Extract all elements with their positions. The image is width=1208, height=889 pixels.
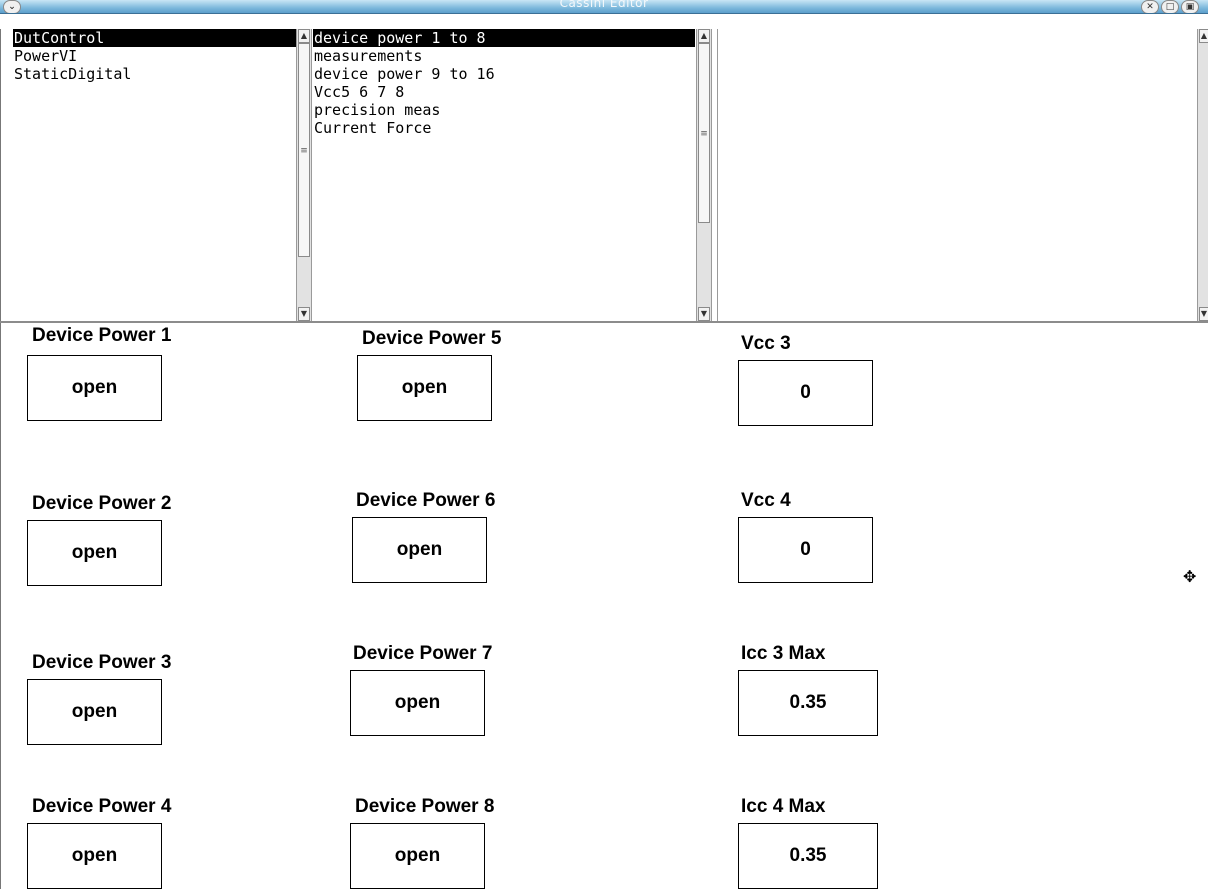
field-value[interactable]: open xyxy=(27,355,162,421)
field-label: Device Power 3 xyxy=(32,652,172,673)
list-item[interactable]: Current Force xyxy=(313,119,695,137)
close-icon[interactable]: ✕ xyxy=(1141,0,1159,13)
field-value[interactable]: open xyxy=(27,823,162,889)
field-value[interactable]: 0.35 xyxy=(738,670,878,736)
minimize-icon[interactable]: □ xyxy=(1161,0,1179,13)
field-value[interactable]: open xyxy=(350,823,485,889)
category-list-pane: DutControl PowerVI StaticDigital ▲ ≡ ▼ xyxy=(13,29,313,321)
detail-pane: ▲ ▼ xyxy=(717,29,1208,321)
maximize-icon[interactable]: ▣ xyxy=(1181,0,1199,13)
category-list-scrollbar[interactable]: ▲ ≡ ▼ xyxy=(296,29,312,321)
field-value[interactable]: 0 xyxy=(738,360,873,426)
category-list[interactable]: DutControl PowerVI StaticDigital xyxy=(13,29,296,321)
list-item[interactable]: measurements xyxy=(313,47,695,65)
window-title: Cassini Editor xyxy=(559,0,649,10)
list-item[interactable]: precision meas xyxy=(313,101,695,119)
page-list-pane: device power 1 to 8 measurements device po… xyxy=(313,29,714,321)
field-label: Icc 4 Max xyxy=(741,796,826,817)
field-label: Device Power 8 xyxy=(355,796,495,817)
list-item[interactable]: Vcc5 6 7 8 xyxy=(313,83,695,101)
pane-divider[interactable] xyxy=(0,321,1208,323)
crosshair-cursor-icon: ✥ xyxy=(1183,567,1197,586)
list-item[interactable]: PowerVI xyxy=(13,47,296,65)
left-border xyxy=(0,29,1,889)
field-value[interactable]: open xyxy=(352,517,487,583)
field-label: Device Power 1 xyxy=(32,325,172,346)
scroll-down-icon[interactable]: ▼ xyxy=(698,307,710,321)
list-item[interactable]: DutControl xyxy=(13,29,296,47)
field-label: Device Power 5 xyxy=(362,328,502,349)
field-value[interactable]: open xyxy=(350,670,485,736)
field-label: Device Power 7 xyxy=(353,643,493,664)
page-list-scrollbar[interactable]: ▲ ≡ ▼ xyxy=(696,29,712,321)
title-bar[interactable]: ⌄ Cassini Editor ✕ □ ▣ xyxy=(0,0,1208,14)
list-item[interactable]: StaticDigital xyxy=(13,65,296,83)
scroll-down-icon[interactable]: ▼ xyxy=(1199,307,1208,321)
field-value[interactable]: open xyxy=(357,355,492,421)
scrollbar-thumb[interactable]: ≡ xyxy=(298,43,310,257)
field-label: Device Power 6 xyxy=(356,490,496,511)
list-item[interactable]: device power 9 to 16 xyxy=(313,65,695,83)
field-value[interactable]: open xyxy=(27,520,162,586)
scroll-up-icon[interactable]: ▲ xyxy=(1199,29,1208,43)
field-label: Icc 3 Max xyxy=(741,643,826,664)
detail-scrollbar[interactable]: ▲ ▼ xyxy=(1197,29,1208,321)
field-value[interactable]: 0.35 xyxy=(738,823,878,889)
page-list[interactable]: device power 1 to 8 measurements device po… xyxy=(313,29,695,321)
field-label: Vcc 3 xyxy=(741,333,791,354)
field-value[interactable]: 0 xyxy=(738,517,873,583)
scroll-up-icon[interactable]: ▲ xyxy=(698,29,710,43)
scrollbar-thumb[interactable]: ≡ xyxy=(698,43,710,223)
field-label: Vcc 4 xyxy=(741,490,791,511)
scroll-down-icon[interactable]: ▼ xyxy=(298,307,310,321)
field-label: Device Power 2 xyxy=(32,493,172,514)
scroll-up-icon[interactable]: ▲ xyxy=(298,29,310,43)
list-item[interactable]: device power 1 to 8 xyxy=(313,29,695,47)
field-value[interactable]: open xyxy=(27,679,162,745)
field-label: Device Power 4 xyxy=(32,796,172,817)
